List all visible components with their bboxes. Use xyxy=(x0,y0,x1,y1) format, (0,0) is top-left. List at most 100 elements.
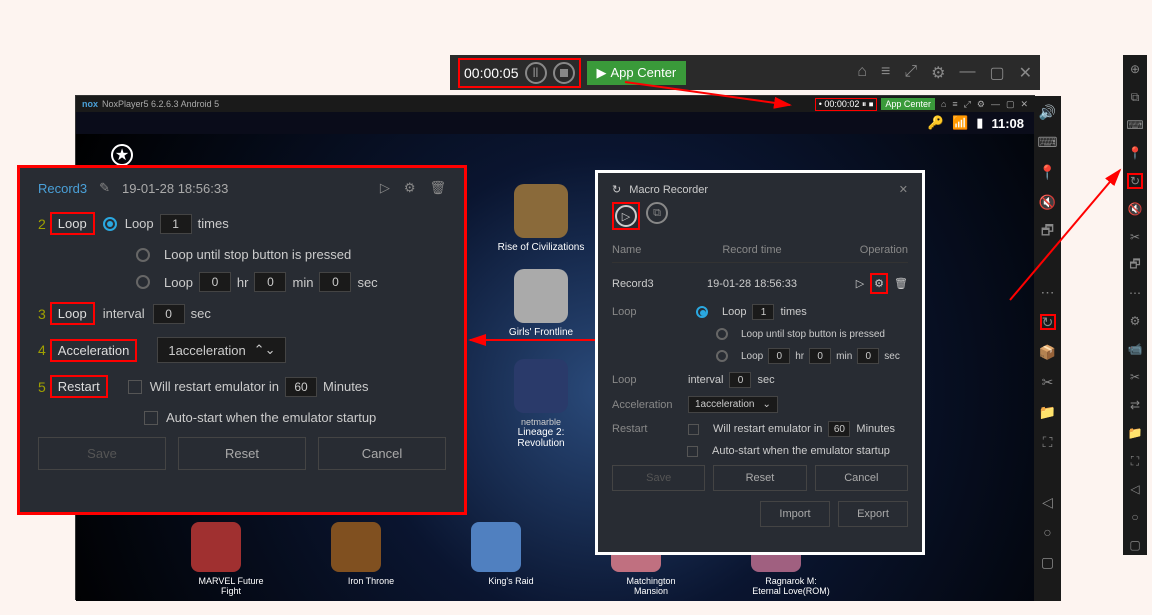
rsb-8[interactable]: ⋯ xyxy=(1127,285,1143,301)
rsb-13[interactable]: 📁 xyxy=(1127,425,1143,441)
sb-mute-icon[interactable]: 🔇 xyxy=(1040,194,1056,210)
m-duration-radio[interactable] xyxy=(716,350,728,362)
maximize-icon[interactable]: ▢ xyxy=(989,63,1004,83)
sb-recent-icon[interactable]: ▢ xyxy=(1040,554,1056,570)
close-icon[interactable]: ✕ xyxy=(1019,63,1032,83)
cancel-button[interactable]: Cancel xyxy=(318,437,446,470)
shirt-icon[interactable]: ⌂ xyxy=(857,63,867,83)
expand-icon[interactable]: ⤢ xyxy=(904,63,917,83)
edit-icon[interactable]: ✎ xyxy=(99,180,110,196)
rsb-4[interactable]: 📍 xyxy=(1127,145,1143,161)
row-play-icon[interactable]: ▷ xyxy=(856,277,864,290)
sb-loc-icon[interactable]: 📍 xyxy=(1040,164,1056,180)
game-tile-gf[interactable]: Girls' Frontline xyxy=(496,269,586,338)
minimize-icon[interactable]: — xyxy=(959,63,975,83)
acceleration-dropdown[interactable]: 1acceleration⌃⌄ xyxy=(157,337,286,363)
m-until-radio[interactable] xyxy=(716,328,728,340)
m-loop-times-radio[interactable] xyxy=(696,306,708,318)
home-star-icon[interactable]: ★ xyxy=(111,144,133,166)
sb-folder-icon[interactable]: 📁 xyxy=(1040,404,1056,420)
m-sec-input[interactable] xyxy=(857,348,879,364)
rsb-2[interactable]: ⧉ xyxy=(1127,89,1143,105)
loop-min-input[interactable] xyxy=(254,272,286,292)
sb-scissors-icon[interactable]: ✂ xyxy=(1040,374,1056,390)
rsb-6[interactable]: ✂ xyxy=(1127,229,1143,245)
annotation-3: 3 xyxy=(38,306,46,322)
m-min-input[interactable] xyxy=(809,348,831,364)
macro-merge-icon[interactable]: ⧉ xyxy=(646,202,668,224)
m-save-button[interactable]: Save xyxy=(612,465,705,491)
gear-icon[interactable]: ⚙ xyxy=(931,63,945,83)
import-button[interactable]: Import xyxy=(760,501,830,527)
sb-apk-icon[interactable]: 📦 xyxy=(1040,344,1056,360)
acceleration-label: Acceleration xyxy=(50,339,138,362)
m-autostart-checkbox[interactable] xyxy=(687,446,698,457)
rsb-3[interactable]: ⌨ xyxy=(1127,117,1143,133)
sb-overlay-icon[interactable]: 🗗 xyxy=(1040,224,1056,240)
loop-duration-radio[interactable] xyxy=(136,275,150,289)
sb-full-icon[interactable]: ⛶ xyxy=(1040,434,1056,450)
menu-icon[interactable]: ≡ xyxy=(881,63,890,83)
macro-icon: ↻ xyxy=(612,183,621,196)
m-accel-dropdown[interactable]: 1acceleration ⌄ xyxy=(688,396,778,413)
save-button[interactable]: Save xyxy=(38,437,166,470)
rsb-recent[interactable]: ▢ xyxy=(1127,537,1143,553)
rsb-12[interactable]: ⇄ xyxy=(1127,397,1143,413)
emulator-titlebar: nox NoxPlayer5 6.2.6.3 Android 5 • 00:00… xyxy=(76,96,1034,112)
row-gear-icon[interactable]: ⚙ xyxy=(874,278,884,290)
sb-keyboard-icon[interactable]: ⌨ xyxy=(1040,134,1056,150)
trash-icon[interactable]: 🗑 xyxy=(429,180,446,196)
autostart-checkbox[interactable] xyxy=(144,411,158,425)
row-name: Record3 xyxy=(612,278,692,290)
m-restart-input[interactable] xyxy=(828,421,850,437)
mini-app-center[interactable]: App Center xyxy=(881,98,935,110)
sb-back-icon[interactable]: ◁ xyxy=(1040,494,1056,510)
rsb-macro-icon[interactable]: ↻ xyxy=(1127,173,1143,189)
restart-minutes-input[interactable] xyxy=(285,377,317,397)
game-tile-l2[interactable]: netmarbleLineage 2: Revolution xyxy=(496,359,586,449)
rsb-5[interactable]: 🔇 xyxy=(1127,201,1143,217)
m-restart-checkbox[interactable] xyxy=(688,424,699,435)
row-trash-icon[interactable]: 🗑 xyxy=(894,277,908,290)
reset-button[interactable]: Reset xyxy=(178,437,306,470)
play-icon[interactable]: ▷ xyxy=(380,180,390,196)
macro-close-icon[interactable]: ✕ xyxy=(899,183,908,196)
m-loop-times-input[interactable] xyxy=(752,304,774,320)
rsb-1[interactable]: ⊕ xyxy=(1127,61,1143,77)
recording-timer-box: 00:00:05 xyxy=(458,58,581,88)
rsb-home[interactable]: ○ xyxy=(1127,509,1143,525)
macro-title: Macro Recorder xyxy=(629,184,708,196)
export-button[interactable]: Export xyxy=(838,501,908,527)
m-interval-input[interactable] xyxy=(729,372,751,388)
game-tile-roc[interactable]: Rise of Civilizations xyxy=(496,184,586,253)
app-center-button[interactable]: ▶ App Center xyxy=(587,61,687,85)
macro-recorder-panel: ↻ Macro Recorder ✕ ▷ ⧉ Name Record time … xyxy=(595,170,925,555)
interval-input[interactable] xyxy=(153,304,185,324)
m-reset-button[interactable]: Reset xyxy=(713,465,806,491)
loop-hr-input[interactable] xyxy=(199,272,231,292)
rsb-9[interactable]: ⚙ xyxy=(1127,313,1143,329)
loop-times-radio[interactable] xyxy=(103,217,117,231)
game-tile-kr[interactable]: King's Raid xyxy=(471,522,551,596)
stop-icon[interactable] xyxy=(553,62,575,84)
sb-macro-icon[interactable]: ↻ xyxy=(1040,314,1056,330)
pause-icon[interactable] xyxy=(525,62,547,84)
loop-until-radio[interactable] xyxy=(136,248,150,262)
sb-home-icon[interactable]: ○ xyxy=(1040,524,1056,540)
restart-checkbox[interactable] xyxy=(128,380,142,394)
rsb-back[interactable]: ◁ xyxy=(1127,481,1143,497)
sb-sound-icon[interactable]: 🔊 xyxy=(1040,104,1056,120)
sb-dots-icon[interactable]: ⋯ xyxy=(1040,284,1056,300)
rsb-11[interactable]: ✂ xyxy=(1127,369,1143,385)
m-cancel-button[interactable]: Cancel xyxy=(815,465,908,491)
rsb-7[interactable]: 🗗 xyxy=(1127,257,1143,273)
rsb-14[interactable]: ⛶ xyxy=(1127,453,1143,469)
macro-play-icon[interactable]: ▷ xyxy=(615,205,637,227)
loop-sec-input[interactable] xyxy=(319,272,351,292)
m-hr-input[interactable] xyxy=(768,348,790,364)
game-tile-mff[interactable]: MARVEL Future Fight xyxy=(191,522,271,596)
gear-icon[interactable]: ⚙ xyxy=(404,180,416,196)
loop-times-input[interactable] xyxy=(160,214,192,234)
game-tile-it[interactable]: Iron Throne xyxy=(331,522,411,596)
rsb-10[interactable]: 📹 xyxy=(1127,341,1143,357)
